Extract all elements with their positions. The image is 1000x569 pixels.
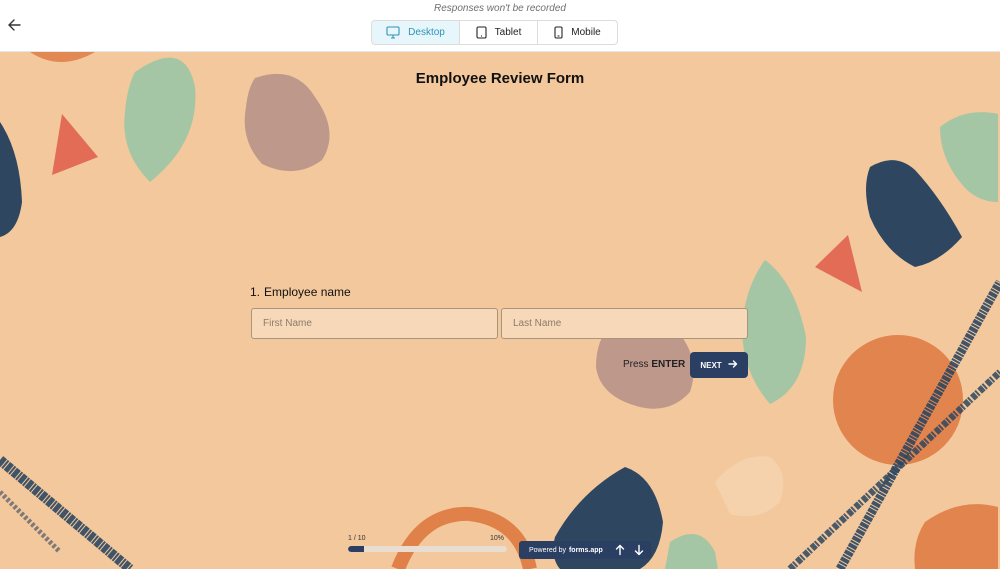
decorative-shapes bbox=[0, 52, 1000, 569]
arrow-right-icon bbox=[727, 359, 738, 371]
progress-percent: 10% bbox=[490, 535, 505, 542]
question-text: Employee name bbox=[264, 285, 351, 299]
form-title: Employee Review Form bbox=[415, 70, 585, 87]
device-desktop-button[interactable]: Desktop bbox=[372, 21, 460, 44]
progress-bar-fill bbox=[348, 546, 364, 552]
powered-by-badge[interactable]: Powered by forms.app bbox=[519, 541, 651, 559]
question-number: 1. bbox=[250, 285, 261, 299]
phone-icon bbox=[554, 26, 563, 39]
next-button-label: NEXT bbox=[700, 360, 722, 370]
device-switcher: Desktop Tablet Mobile bbox=[371, 20, 618, 45]
device-desktop-label: Desktop bbox=[408, 27, 445, 38]
powered-by-brand: forms.app bbox=[568, 546, 603, 554]
press-hint-key: ENTER bbox=[651, 359, 686, 370]
progress-bar bbox=[348, 546, 507, 552]
press-enter-hint: Press ENTER bbox=[623, 359, 685, 370]
arrow-down-icon[interactable] bbox=[633, 544, 645, 556]
first-name-input[interactable] bbox=[251, 308, 498, 339]
device-mobile-button[interactable]: Mobile bbox=[538, 21, 617, 44]
last-name-input[interactable] bbox=[501, 308, 748, 339]
press-hint-text: Press bbox=[623, 359, 649, 370]
next-button[interactable]: NEXT bbox=[690, 352, 748, 378]
progress-step: 1 / 10 bbox=[348, 535, 366, 542]
powered-by-text: Powered by bbox=[529, 546, 566, 554]
arrow-up-icon[interactable] bbox=[614, 544, 626, 556]
device-tablet-label: Tablet bbox=[494, 27, 522, 38]
tablet-icon bbox=[476, 26, 487, 39]
question-label: 1. Employee name bbox=[250, 285, 351, 299]
device-tablet-button[interactable]: Tablet bbox=[460, 21, 538, 44]
form-canvas: Employee Review Form 1.Employee name Pre… bbox=[0, 52, 1000, 569]
monitor-icon bbox=[386, 26, 400, 39]
back-arrow-icon[interactable] bbox=[4, 15, 24, 35]
preview-toolbar: Responses won't be recorded Desktop Tabl… bbox=[0, 0, 1000, 52]
preview-notice: Responses won't be recorded bbox=[434, 3, 566, 14]
device-mobile-label: Mobile bbox=[571, 27, 601, 38]
